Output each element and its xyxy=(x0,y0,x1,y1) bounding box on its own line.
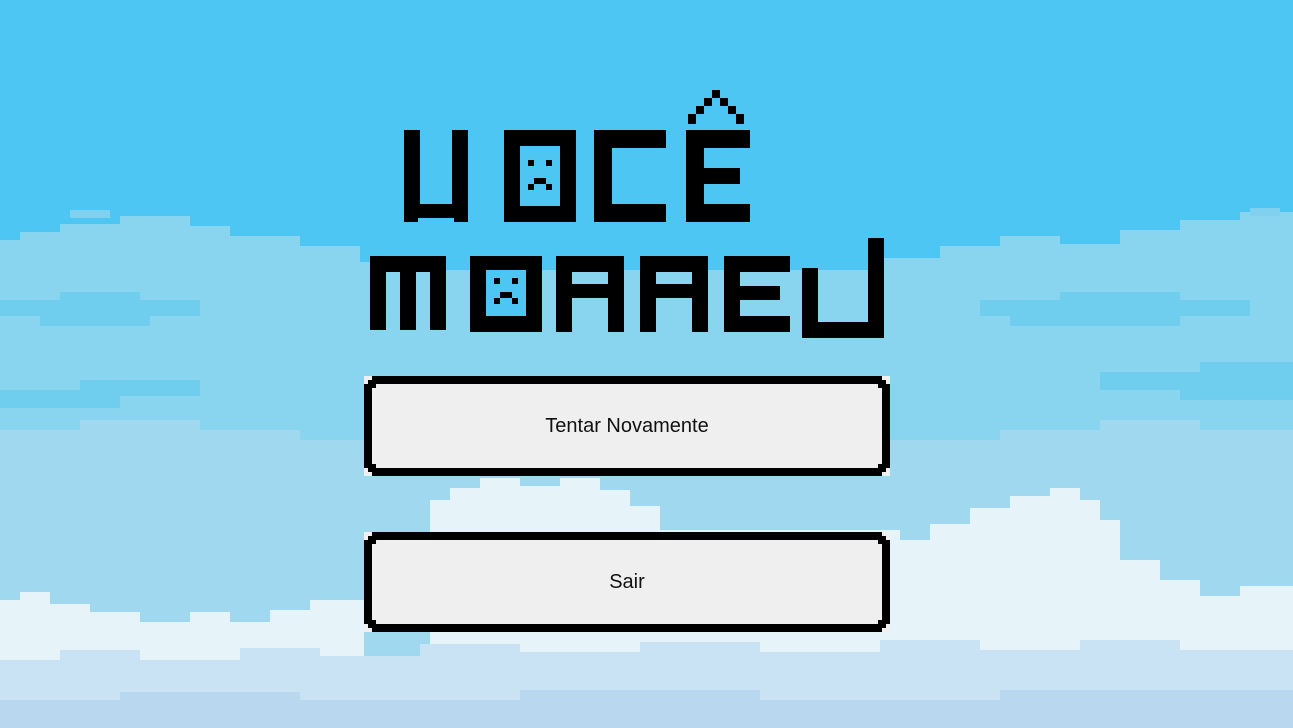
retry-button[interactable]: Tentar Novamente xyxy=(364,376,890,476)
title-line-morreu: MORREU xyxy=(0,238,1293,342)
sad-face-icon xyxy=(486,270,526,316)
game-over-screen: VOCÊ xyxy=(0,0,1293,728)
title-morreu-pixel-art xyxy=(370,238,884,338)
exit-button[interactable]: Sair xyxy=(364,532,890,632)
title-line-voce: VOCÊ xyxy=(0,90,1293,226)
exit-button-label: Sair xyxy=(609,571,645,593)
title-voce-pixel-art xyxy=(404,90,750,222)
retry-button-label: Tentar Novamente xyxy=(545,415,709,437)
sad-face-icon xyxy=(520,146,560,206)
